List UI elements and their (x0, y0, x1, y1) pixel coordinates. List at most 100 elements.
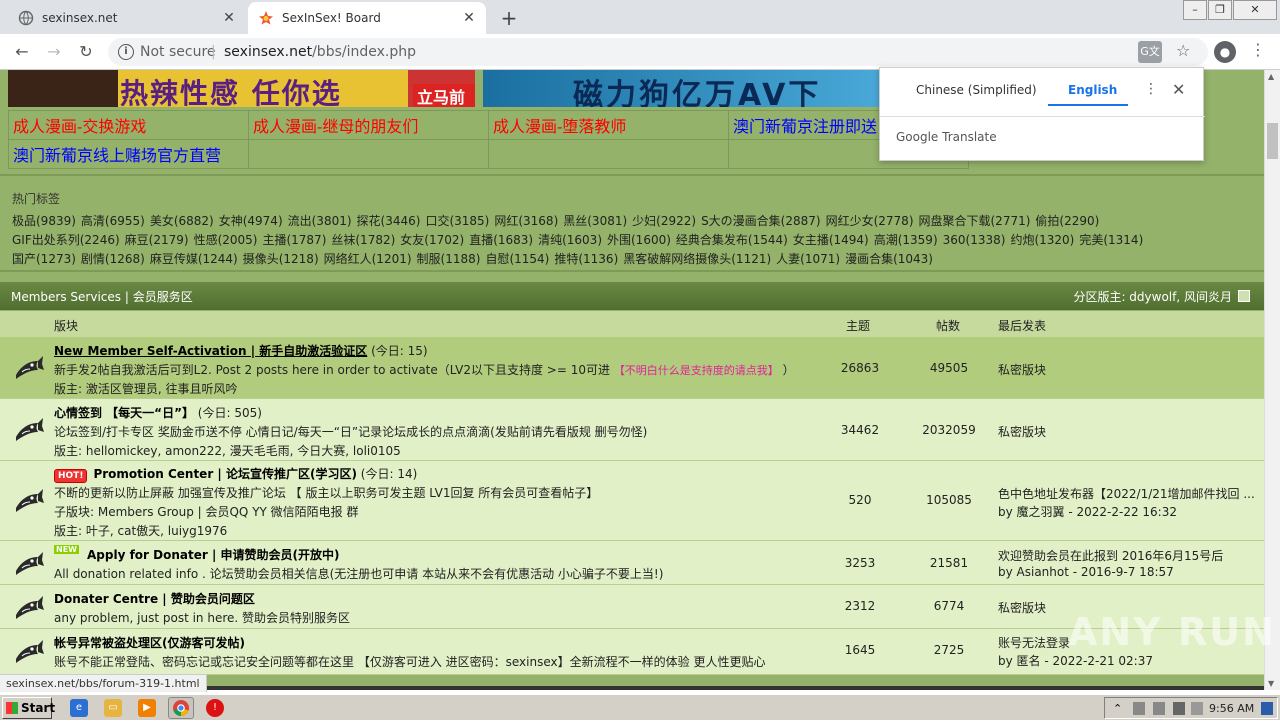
folder-icon[interactable]: ▭ (104, 699, 122, 717)
forum-name-link[interactable]: New Member Self-Activation | 新手自助激活验证区 (54, 344, 367, 358)
translate-icon[interactable]: G文 (1138, 41, 1162, 63)
collapse-icon[interactable] (1238, 290, 1250, 302)
hot-tag-link[interactable]: 摄像头(1218) (243, 252, 319, 266)
scroll-down-icon[interactable]: ▼ (1268, 679, 1274, 688)
forum-row[interactable]: NEW Apply for Donater | 申请赞助会员(开放中) All d… (0, 541, 1264, 585)
ad-link[interactable]: 成人漫画-交换游戏 (8, 110, 249, 140)
hot-tag-link[interactable]: 女神(4974) (219, 214, 283, 228)
hot-tag-link[interactable]: 网红(3168) (494, 214, 558, 228)
warning-app-icon[interactable]: ! (206, 699, 224, 717)
start-button[interactable]: Start (2, 697, 55, 719)
hot-tag-link[interactable]: 外围(1600) (607, 233, 671, 247)
address-bar[interactable]: i Not secure | sexinsex.net/bbs/index.ph… (108, 38, 1208, 66)
bookmark-star-icon[interactable]: ☆ (1176, 41, 1190, 60)
hot-tag-link[interactable]: 经典合集发布(1544) (676, 233, 788, 247)
close-tab-icon[interactable]: ✕ (462, 10, 476, 26)
forum-last-post-title[interactable]: 色中色地址发布器【2022/1/21增加邮件找回 ... (998, 485, 1260, 502)
hot-tag-link[interactable]: 自慰(1154) (485, 252, 549, 266)
scroll-up-icon[interactable]: ▲ (1268, 72, 1274, 81)
hot-tag-link[interactable]: 性感(2005) (194, 233, 258, 247)
network-icon[interactable] (1153, 702, 1165, 715)
hot-tag-link[interactable]: 制服(1188) (417, 252, 481, 266)
hot-tag-link[interactable]: 剧情(1268) (81, 252, 145, 266)
hot-tag-link[interactable]: 约炮(1320) (1010, 233, 1074, 247)
hot-tag-link[interactable]: 网络红人(1201) (324, 252, 412, 266)
hot-tag-link[interactable]: 清纯(1603) (538, 233, 602, 247)
account-icon[interactable]: ● (1214, 41, 1236, 63)
hot-tag-link[interactable]: 少妇(2922) (632, 214, 696, 228)
close-tab-icon[interactable]: ✕ (222, 10, 236, 26)
forward-icon[interactable]: → (44, 42, 64, 61)
hot-tag-link[interactable]: 麻豆(2179) (125, 233, 189, 247)
hot-tag-link[interactable]: 女主播(1494) (793, 233, 869, 247)
page-scrollbar[interactable]: ▲ ▼ (1264, 70, 1280, 690)
minimize-icon[interactable]: – (1183, 0, 1207, 20)
banner-go-button[interactable]: 立马前往 (413, 84, 475, 107)
ad-banner-left[interactable]: 热辣性感 任你选 立马前往 (8, 70, 475, 107)
hot-tag-link[interactable]: 黑丝(3081) (563, 214, 627, 228)
volume-icon[interactable] (1173, 702, 1185, 715)
hot-tag-link[interactable]: 网盘聚合下载(2771) (919, 214, 1031, 228)
hot-tag-link[interactable]: GIF出处系列(2246) (12, 233, 120, 247)
tray-icon[interactable] (1191, 702, 1203, 715)
forum-name-link[interactable]: Promotion Center | 论坛宣传推广区(学习区) (93, 467, 357, 481)
ad-banner-right[interactable]: 磁力狗亿万AV下 (483, 70, 883, 107)
ad-link[interactable]: 成人漫画-继母的朋友们 (248, 110, 489, 140)
hot-tag-link[interactable]: 偷拍(2290) (1035, 214, 1099, 228)
hot-tag-link[interactable]: 360(1338) (943, 233, 1006, 247)
show-desktop-icon[interactable] (1261, 702, 1273, 715)
info-icon[interactable]: i (118, 44, 134, 60)
hot-tag-link[interactable]: 极品(9839) (12, 214, 76, 228)
scroll-thumb[interactable] (1267, 123, 1278, 159)
hot-tag-link[interactable]: 人妻(1071) (776, 252, 840, 266)
hot-tag-link[interactable]: 漫画合集(1043) (845, 252, 933, 266)
close-window-icon[interactable]: ✕ (1233, 0, 1277, 20)
lang-target-tab[interactable]: English (1068, 83, 1117, 97)
ie-icon[interactable]: e (70, 699, 88, 717)
forum-row[interactable]: New Member Self-Activation | 新手自助激活验证区 (… (0, 337, 1264, 399)
more-options-icon[interactable]: ⋮ (1144, 81, 1158, 97)
hot-tag-link[interactable]: 探花(3446) (357, 214, 421, 228)
ad-link[interactable]: 澳门新葡京线上赌场官方直营 (8, 139, 249, 169)
hot-tag-link[interactable]: 推特(1136) (554, 252, 618, 266)
restore-icon[interactable]: ❐ (1208, 0, 1232, 20)
browser-menu-icon[interactable]: ⋮ (1250, 40, 1266, 59)
support-help-link[interactable]: 【不明白什么是支持度的请点我】 (614, 364, 779, 377)
forum-row[interactable]: 心情签到 【每天一“日”】 (今日: 505) 论坛签到/打卡专区 奖励金币送不… (0, 399, 1264, 461)
chrome-taskbar-button[interactable] (168, 697, 194, 719)
hot-tag-link[interactable]: 高潮(1359) (874, 233, 938, 247)
reload-icon[interactable]: ↻ (76, 42, 96, 61)
url-text[interactable]: sexinsex.net/bbs/index.php (224, 44, 416, 60)
hot-tag-link[interactable]: 网红少女(2778) (826, 214, 914, 228)
hot-tag-link[interactable]: 国产(1273) (12, 252, 76, 266)
not-secure-label[interactable]: Not secure (140, 44, 216, 60)
forum-name-link[interactable]: Donater Centre | 赞助会员问题区 (54, 592, 255, 606)
lang-source-tab[interactable]: Chinese (Simplified) (916, 83, 1037, 97)
hot-tag-link[interactable]: 直播(1683) (469, 233, 533, 247)
hot-tag-link[interactable]: 流出(3801) (288, 214, 352, 228)
hot-tag-link[interactable]: 美女(6882) (150, 214, 214, 228)
hot-tag-link[interactable]: 完美(1314) (1079, 233, 1143, 247)
media-player-icon[interactable]: ▶ (138, 699, 156, 717)
hot-tag-link[interactable]: 黑客破解网络摄像头(1121) (623, 252, 771, 266)
tab-board[interactable]: SexInSex! Board ✕ (248, 2, 486, 34)
new-tab-button[interactable]: + (498, 6, 520, 30)
forum-name-link[interactable]: 帐号异常被盗处理区(仅游客可发帖) (54, 636, 245, 650)
close-icon[interactable]: ✕ (1172, 80, 1185, 99)
forum-row[interactable]: HOT! Promotion Center | 论坛宣传推广区(学习区) (今日:… (0, 461, 1264, 541)
back-icon[interactable]: ← (12, 42, 32, 61)
forum-name-link[interactable]: 心情签到 【每天一“日”】 (54, 406, 194, 420)
hot-tag-link[interactable]: 高清(6955) (81, 214, 145, 228)
chevron-up-icon[interactable]: ⌃ (1113, 702, 1125, 715)
subforum-links[interactable]: 子版块: Members Group | 会员QQ YY 微信陌陌电报 群 (54, 503, 358, 520)
tray-icon[interactable] (1133, 702, 1145, 715)
forum-last-post-title[interactable]: 欢迎赞助会员在此报到 2016年6月15号后 (998, 547, 1260, 564)
forum-name-link[interactable]: Apply for Donater | 申请赞助会员(开放中) (87, 548, 340, 562)
section-title[interactable]: Members Services | 会员服务区 (11, 288, 193, 305)
hot-tag-link[interactable]: 麻豆传媒(1244) (150, 252, 238, 266)
hot-tag-link[interactable]: S大の漫画合集(2887) (701, 214, 821, 228)
hot-tag-link[interactable]: 女友(1702) (400, 233, 464, 247)
ad-link[interactable]: 成人漫画-堕落教师 (488, 110, 729, 140)
hot-tag-link[interactable]: 主播(1787) (262, 233, 326, 247)
hot-tag-link[interactable]: 丝袜(1782) (331, 233, 395, 247)
